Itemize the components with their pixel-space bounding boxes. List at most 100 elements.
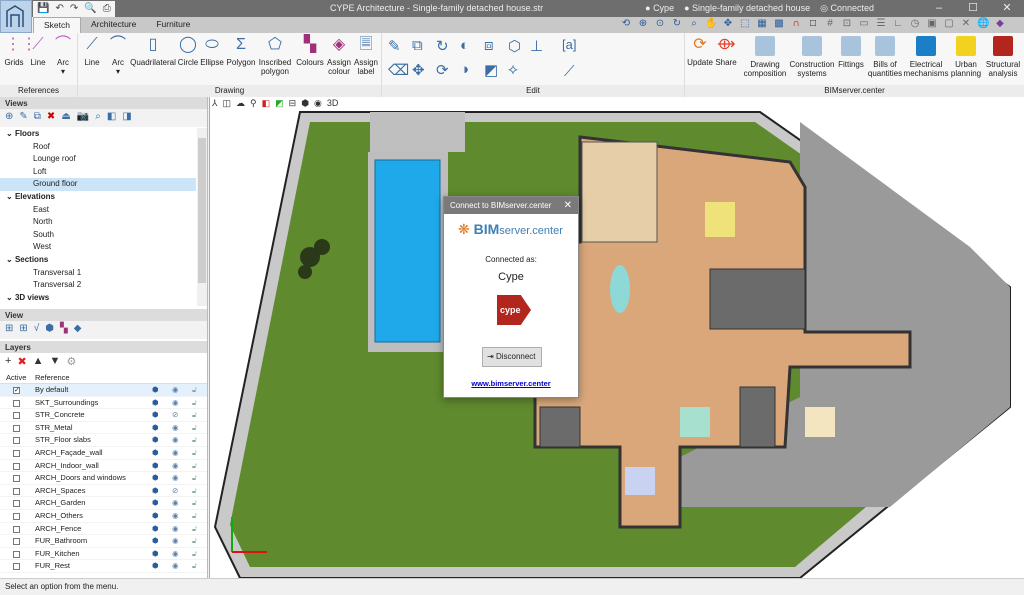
tree-group-sections[interactable]: ⌄ Sections — [0, 254, 196, 267]
layer-row[interactable]: ✓ By default ⬢ ◉ 🔓︎ — [0, 384, 207, 397]
drawing-canvas[interactable] — [209, 97, 1024, 579]
trim-icon[interactable]: ⬡ — [508, 37, 530, 55]
active-checkbox[interactable] — [13, 513, 20, 520]
layer-row[interactable]: STR_Floor slabs ⬢ ◉ 🔓︎ — [0, 434, 207, 447]
add-view-icon[interactable]: ⊕ — [5, 111, 13, 125]
orbit-icon[interactable]: ✥ — [722, 18, 734, 30]
tile-icon[interactable]: ⊞ — [5, 323, 13, 337]
stretch-icon[interactable]: ⟡ — [508, 61, 530, 79]
disconnect-button[interactable]: ⇥ Disconnect — [482, 347, 542, 367]
magnet-icon[interactable]: ∩ — [790, 18, 802, 30]
tree-item-roof[interactable]: Roof — [0, 141, 196, 154]
fittings-button[interactable]: Fittings — [837, 36, 865, 69]
bimserver-link[interactable]: www.bimserver.center — [444, 379, 578, 388]
copy-view-icon[interactable]: ⧉ — [34, 111, 41, 125]
layer-row[interactable]: ARCH_Doors and windows ⬢ ◉ 🔓︎ — [0, 472, 207, 485]
tab-architecture[interactable]: Architecture — [81, 17, 146, 33]
active-checkbox[interactable] — [13, 487, 20, 495]
update-button[interactable]: ⟳ Update — [687, 36, 713, 67]
union-icon[interactable]: ⧈ — [484, 37, 506, 55]
urban-planning-button[interactable]: Urban planning — [949, 36, 983, 78]
reference-arc-button[interactable]: ⌒ Arc ▾ — [52, 36, 74, 76]
undo-icon[interactable]: ↶ — [55, 3, 63, 15]
active-checkbox[interactable] — [13, 550, 20, 558]
layer-properties-icon[interactable]: ⬢ — [152, 384, 159, 397]
eye-hidden-icon[interactable]: ⊘ — [172, 409, 178, 422]
eye-hidden-icon[interactable]: ⊘ — [172, 485, 178, 498]
section-red-icon[interactable]: ◧ — [262, 98, 271, 109]
circle-button[interactable]: ◯ Circle — [177, 36, 199, 67]
section-icon[interactable]: ◨ — [122, 111, 131, 125]
split-icon[interactable]: ◩ — [484, 61, 506, 79]
layer-properties-icon[interactable]: ⬢ — [152, 447, 159, 460]
ellipse-button[interactable]: ⬭ Ellipse — [200, 36, 224, 67]
drawing-composition-button[interactable]: Drawing composition — [743, 36, 787, 78]
section-green-icon[interactable]: ◩ — [275, 98, 284, 109]
active-checkbox[interactable] — [13, 538, 20, 546]
eye-icon[interactable]: ◉ — [172, 460, 179, 473]
eye-icon[interactable]: ◉ — [172, 535, 179, 548]
project-status[interactable]: ● Single-family detached house — [684, 3, 810, 14]
delete-layer-icon[interactable]: ✖ — [17, 355, 26, 369]
layer-properties-icon[interactable]: ⬢ — [152, 560, 159, 573]
lock-icon[interactable]: 🔓︎ — [192, 384, 197, 397]
user-status[interactable]: ● Cype — [645, 3, 674, 14]
section-box-icon[interactable]: ◧ — [107, 111, 116, 125]
box-icon[interactable]: ◫ — [223, 98, 232, 109]
tree-item-south[interactable]: South — [0, 229, 196, 242]
tree-item-loft[interactable]: Loft — [0, 166, 196, 179]
view-level-icon[interactable]: ⏏ — [61, 111, 70, 125]
layer-properties-icon[interactable]: ⬢ — [152, 460, 159, 473]
layer-properties-icon[interactable]: ⬢ — [152, 497, 159, 510]
zoom-previous-icon[interactable]: ⟲ — [620, 18, 632, 30]
eye-icon[interactable]: ◉ — [172, 497, 179, 510]
reference-line-button[interactable]: ⟋ Line — [27, 36, 49, 67]
layer-row[interactable]: ARCH_Others ⬢ ◉ 🔓︎ — [0, 510, 207, 523]
lock-icon[interactable]: 🔓︎ — [192, 510, 197, 523]
move-icon[interactable]: ✥ — [412, 61, 434, 79]
layer-row[interactable]: ARCH_Façade_wall ⬢ ◉ 🔓︎ — [0, 447, 207, 460]
tree-item-west[interactable]: West — [0, 241, 196, 254]
active-checkbox[interactable] — [13, 450, 20, 457]
layer-row[interactable]: FUR_Bathroom ⬢ ◉ 🔓︎ — [0, 535, 207, 548]
dimension-icon[interactable]: ⊥ — [530, 37, 543, 55]
edit-view-icon[interactable]: ✎ — [19, 111, 27, 125]
lock-icon[interactable]: 🔓︎ — [192, 535, 197, 548]
lock-icon[interactable]: 🔓︎ — [192, 472, 197, 485]
layer-row[interactable]: ARCH_Spaces ⬢ ⊘ 🔓︎ — [0, 485, 207, 498]
zoom-window-icon[interactable]: ⊕ — [637, 18, 649, 30]
layer-row[interactable]: FUR_Kitchen ⬢ ◉ 🔓︎ — [0, 548, 207, 561]
regenerate-icon[interactable]: ↻ — [671, 18, 683, 30]
mirror-icon[interactable]: ◐ — [460, 37, 482, 55]
minimize-button[interactable]: – — [922, 0, 956, 17]
active-checkbox[interactable] — [13, 424, 20, 432]
move-up-icon[interactable]: ▲ — [33, 355, 44, 369]
close-button[interactable]: ✕ — [990, 0, 1024, 17]
eye-icon[interactable]: ◉ — [172, 447, 179, 460]
eye-icon[interactable]: ◉ — [172, 523, 179, 536]
lock-icon[interactable]: 🔓︎ — [192, 485, 197, 498]
dialog-close-icon[interactable]: ✕ — [564, 200, 572, 211]
bills-of-quantities-button[interactable]: Bills of quantities — [867, 36, 903, 78]
active-checkbox[interactable] — [13, 437, 20, 445]
layers-icon[interactable]: ◆ — [74, 323, 82, 337]
assign-label-button[interactable]: 🗏 Assign label — [353, 36, 379, 76]
tree-item-transversal-1[interactable]: Transversal 1 — [0, 267, 196, 280]
print-icon[interactable]: ⎙ — [103, 3, 111, 15]
layer-properties-icon[interactable]: ⬢ — [152, 548, 159, 561]
calendar-icon[interactable]: ▣ — [926, 18, 938, 30]
layer-properties-icon[interactable]: ⬢ — [152, 535, 159, 548]
keyboard-icon[interactable]: ▭ — [858, 18, 870, 30]
eye-icon[interactable]: ◉ — [172, 422, 179, 435]
comment-icon[interactable]: ▢ — [943, 18, 955, 30]
eye-icon[interactable]: ◉ — [172, 472, 179, 485]
active-checkbox[interactable] — [13, 412, 20, 420]
colours-button[interactable]: ▚ Colours — [296, 36, 324, 67]
layer-row[interactable]: SKT_Surroundings ⬢ ◉ 🔓︎ — [0, 397, 207, 410]
3d-icon[interactable]: 3D — [327, 98, 339, 109]
active-checkbox[interactable] — [13, 563, 20, 571]
grids-button[interactable]: ⋮⋮ Grids — [3, 36, 37, 67]
lock-icon[interactable]: 🔓︎ — [192, 434, 197, 447]
structural-analysis-button[interactable]: Structural analysis — [984, 36, 1022, 78]
eye-icon[interactable]: ◉ — [172, 397, 179, 410]
